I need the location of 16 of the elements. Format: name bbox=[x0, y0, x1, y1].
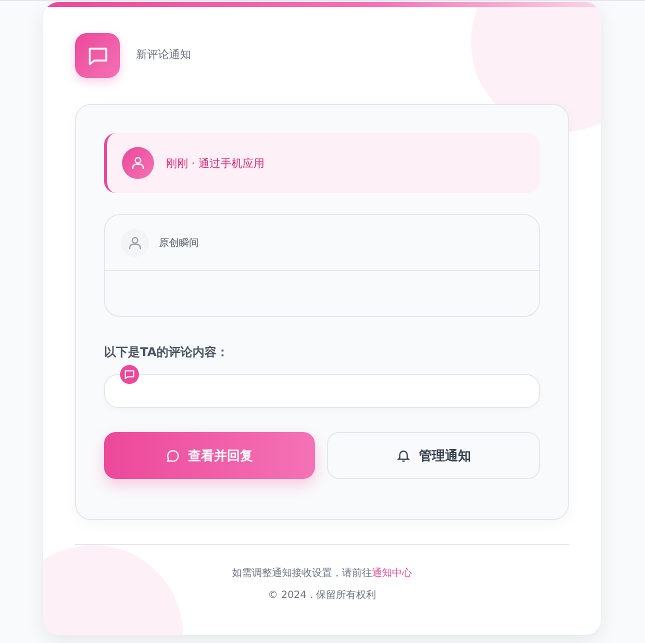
chat-icon bbox=[166, 448, 180, 462]
notification-center-link[interactable]: 通知中心 bbox=[372, 568, 412, 579]
bell-icon bbox=[396, 448, 411, 463]
author-name: 原创瞬间 bbox=[159, 236, 199, 250]
comment-field[interactable] bbox=[104, 374, 540, 408]
comment-icon bbox=[120, 365, 139, 384]
comment-label: 以下是TA的评论内容： bbox=[104, 344, 230, 361]
view-reply-button[interactable]: 查看并回复 bbox=[104, 432, 315, 479]
alert-text: 刚刚 · 通过手机应用 bbox=[166, 156, 264, 170]
notification-title: 新评论通知 bbox=[136, 46, 191, 62]
user-icon bbox=[121, 228, 149, 256]
copyright-text: © 2024 . 保留所有权利 bbox=[266, 588, 378, 602]
user-icon bbox=[122, 147, 154, 179]
footer-note: 如需调整通知接收设置，请前往通知中心 bbox=[231, 566, 413, 580]
comment-icon bbox=[75, 33, 120, 78]
manage-notifications-button[interactable]: 管理通知 bbox=[327, 432, 540, 479]
